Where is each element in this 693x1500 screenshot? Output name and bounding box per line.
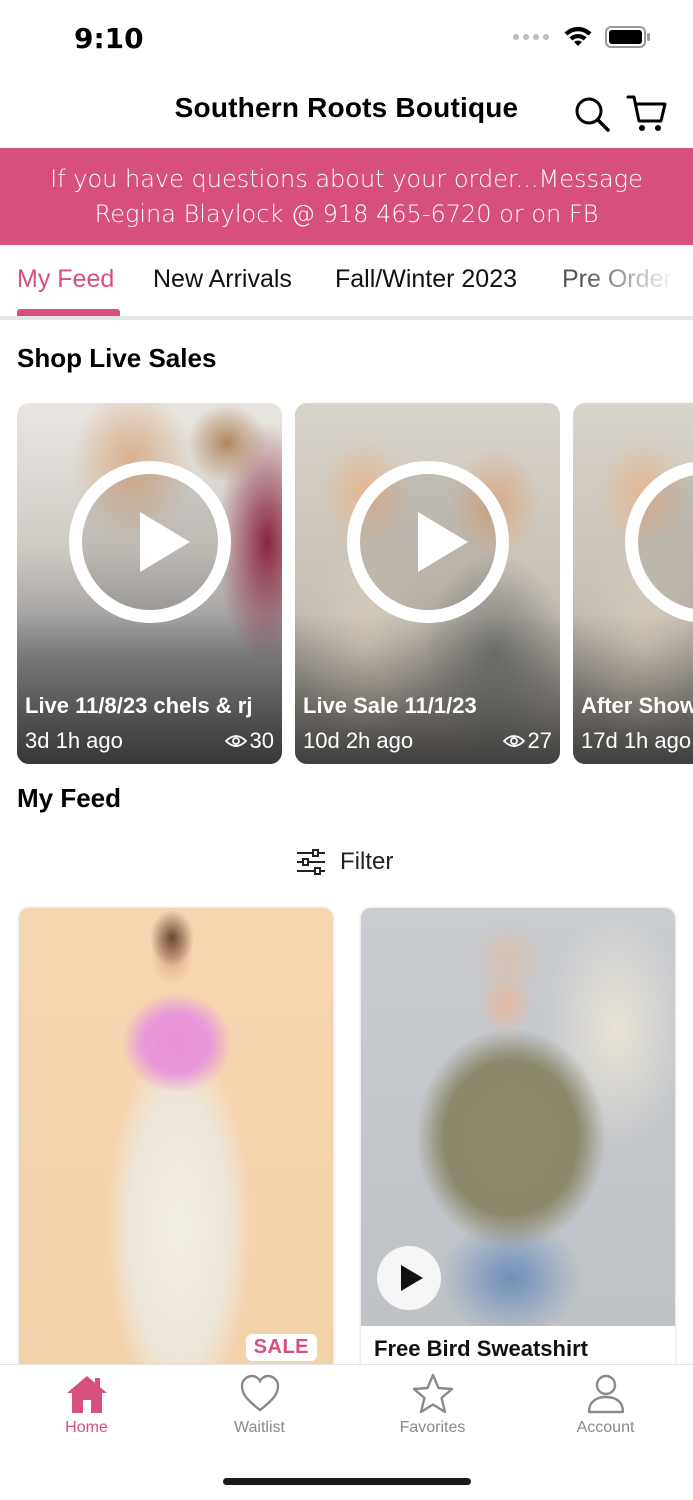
nav-home-label: Home [65,1419,108,1436]
view-count: 27 [502,728,552,754]
product-name: Free Bird Sweatshirt [374,1336,588,1361]
nav-favorites[interactable]: Favorites [346,1373,519,1437]
status-bar: 9:10 [0,0,693,80]
tab-fall-winter-2023[interactable]: Fall/Winter 2023 [335,265,517,294]
person-icon [587,1374,624,1414]
sale-badge: SALE [245,1334,317,1361]
view-count: 30 [224,728,274,754]
product-card[interactable]: Free Bird Sweatshirt [361,908,675,1378]
live-sale-title: After Show 10/25/23 [581,693,693,718]
nav-waitlist-label: Waitlist [234,1419,285,1436]
home-icon [66,1376,107,1413]
star-icon [412,1373,453,1414]
active-tab-indicator [17,309,120,316]
cellular-signal-icon [513,34,549,40]
live-sale-title: Live Sale 11/1/23 [303,693,477,718]
play-icon [347,461,509,623]
tab-new-arrivals[interactable]: New Arrivals [153,265,292,294]
battery-icon [605,26,650,48]
cart-button[interactable] [625,92,669,136]
app-header: Southern Roots Boutique [0,80,693,148]
status-indicators [513,26,651,48]
eye-icon [502,735,525,747]
status-time: 9:10 [74,22,144,55]
nav-home[interactable]: Home [0,1373,173,1437]
live-sale-age: 10d 2h ago [303,728,414,753]
product-image [19,908,333,1378]
live-sale-age: 17d 1h ago [581,728,692,753]
live-sale-age: 3d 1h ago [25,728,123,753]
cart-icon [626,95,667,131]
my-feed-heading: My Feed [17,783,122,813]
announcement-banner: If you have questions about your order..… [0,148,693,245]
live-sale-meta: 17d 1h ago [581,728,693,754]
category-tabs: My Feed New Arrivals Fall/Winter 2023 Pr… [0,245,693,320]
live-sales-heading: Shop Live Sales [17,343,217,373]
banner-text: If you have questions about your order..… [50,164,643,228]
tab-my-feed[interactable]: My Feed [17,265,114,294]
heart-icon [240,1374,279,1412]
filter-label: Filter [340,848,394,875]
view-count-value: 27 [527,728,552,753]
play-icon [400,1265,423,1291]
live-sale-card[interactable]: Live 11/8/23 chels & rj 3d 1h ago 30 [17,403,282,764]
home-indicator[interactable] [223,1478,471,1485]
sliders-icon [297,849,325,875]
live-sale-card[interactable]: After Show 10/25/23 17d 1h ago [573,403,693,764]
tabs-fade [583,245,693,315]
filter-button[interactable]: Filter [296,845,393,879]
play-icon [69,461,231,623]
video-play-button[interactable] [377,1246,441,1310]
live-sale-meta: 3d 1h ago 30 [25,728,274,754]
nav-account-label: Account [576,1419,635,1436]
live-sale-title: Live 11/8/23 chels & rj [25,693,253,718]
search-button[interactable] [570,92,614,136]
search-icon [575,97,610,132]
view-count-value: 30 [249,728,274,753]
live-sale-card[interactable]: Live Sale 11/1/23 10d 2h ago 27 [295,403,560,764]
nav-account[interactable]: Account [519,1373,692,1437]
live-sales-carousel[interactable]: Live 11/8/23 chels & rj 3d 1h ago 30 Liv… [17,403,693,764]
nav-waitlist[interactable]: Waitlist [173,1373,346,1437]
eye-icon [224,735,247,747]
live-sale-meta: 10d 2h ago 27 [303,728,552,754]
wifi-icon [564,26,592,46]
nav-favorites-label: Favorites [399,1419,466,1436]
product-card[interactable]: SALE [19,908,333,1378]
